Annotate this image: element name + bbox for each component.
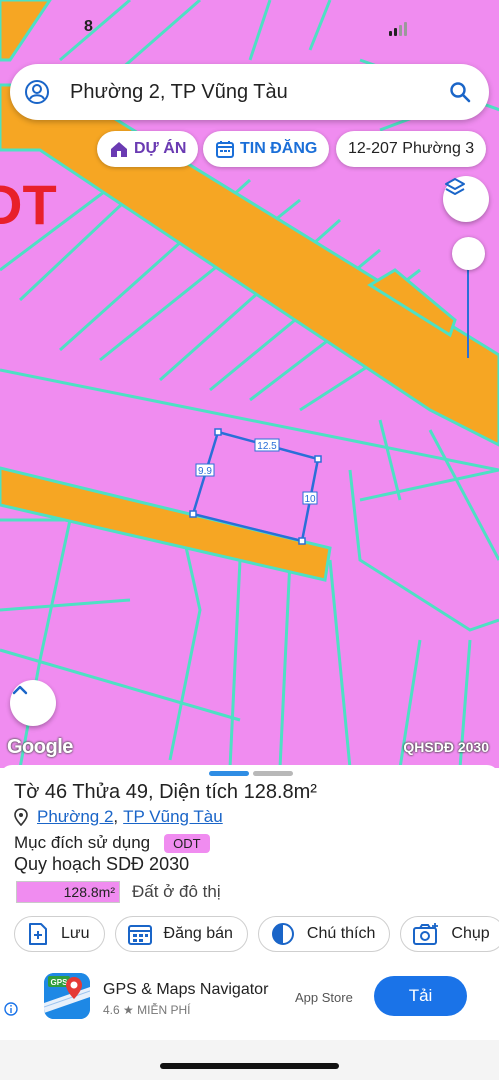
post-sale-button[interactable]: Đăng bán — [114, 916, 248, 952]
address-row: Phường 2 , TP Vũng Tàu — [14, 807, 223, 827]
area-value: 128.8m² — [16, 881, 120, 903]
calendar-icon — [127, 925, 152, 945]
projects-chip[interactable]: DỰ ÁN — [97, 131, 199, 167]
contrast-icon — [271, 923, 294, 945]
location-chip-label: 12-207 Phường 3 — [348, 140, 475, 157]
save-button[interactable]: Lưu — [14, 916, 105, 952]
layer-label: QHSDĐ 2030 — [403, 739, 489, 755]
house-icon — [111, 142, 127, 157]
address-separator: , — [113, 807, 119, 826]
star-icon: ★ — [123, 1003, 134, 1017]
sheet-drag-handle[interactable] — [209, 771, 293, 776]
capture-button-label: Chụp — [451, 925, 490, 942]
layers-icon — [445, 178, 465, 195]
plan-label: Quy hoạch SDĐ 2030 — [14, 854, 190, 874]
ad-banner[interactable]: GPS GPS & Maps Navigator 4.6 ★ MIỄN PHÍ … — [0, 962, 499, 1034]
ad-app-meta: 4.6 ★ MIỄN PHÍ — [103, 1003, 190, 1017]
home-indicator[interactable] — [160, 1063, 339, 1069]
edge-label-right-text: 10 — [304, 494, 316, 505]
location-chip[interactable]: 12-207 Phường 3 — [336, 131, 487, 167]
parcel-info-sheet: Tờ 46 Thửa 49, Diện tích 128.8m² Phường … — [0, 765, 499, 1080]
ad-price: MIỄN PHÍ — [137, 1003, 191, 1017]
edge-label-right: 10 — [302, 491, 318, 505]
opacity-slider-knob[interactable] — [452, 237, 485, 270]
app-icon-text: GPS — [51, 978, 69, 987]
calendar-icon — [216, 141, 234, 158]
zone-label: DT — [0, 173, 57, 236]
app-icon[interactable]: GPS — [44, 973, 90, 1019]
land-use-badge: ODT — [164, 833, 210, 853]
land-use-row: Mục đích sử dụng ODT — [14, 833, 210, 853]
camera-icon — [413, 923, 439, 945]
search-bar[interactable]: Phường 2, TP Vũng Tàu — [10, 64, 489, 120]
status-time: 8 — [84, 18, 93, 35]
chevron-up-icon — [12, 685, 28, 695]
google-attribution: Google — [7, 736, 73, 758]
layers-button[interactable] — [443, 176, 489, 222]
legend-button[interactable]: Chú thích — [257, 916, 391, 952]
action-bar: Lưu Đăng bán Chú thích Chụp — [14, 916, 499, 952]
ad-app-name[interactable]: GPS & Maps Navigator — [103, 981, 268, 999]
add-document-icon — [29, 923, 47, 945]
bottom-safe-area — [0, 1040, 499, 1080]
legend-button-label: Chú thích — [306, 925, 376, 942]
info-icon[interactable] — [4, 1002, 18, 1016]
location-pin-icon — [14, 808, 28, 826]
install-button[interactable]: Tải — [374, 976, 467, 1016]
account-icon[interactable] — [24, 79, 50, 105]
ad-store-label: App Store — [295, 990, 353, 1005]
post-sale-button-label: Đăng bán — [163, 925, 233, 942]
area-land-type: Đất ở đô thị — [132, 882, 221, 901]
capture-button[interactable]: Chụp — [400, 916, 499, 952]
listings-chip-label: TIN ĐĂNG — [240, 140, 318, 157]
city-link[interactable]: TP Vũng Tàu — [123, 807, 223, 827]
search-query[interactable]: Phường 2, TP Vũng Tàu — [70, 81, 449, 104]
ward-link[interactable]: Phường 2 — [37, 807, 113, 827]
edge-label-top-text: 12.5 — [257, 441, 277, 452]
parcel-title: Tờ 46 Thửa 49, Diện tích 128.8m² — [14, 781, 317, 803]
projects-chip-label: DỰ ÁN — [134, 140, 187, 157]
listings-chip[interactable]: TIN ĐĂNG — [203, 131, 330, 167]
ad-rating: 4.6 — [103, 1003, 120, 1017]
status-bar: 8 — [0, 0, 499, 56]
land-use-label: Mục đích sử dụng — [14, 833, 151, 852]
edge-label-top: 12.5 — [254, 438, 280, 452]
area-row: 128.8m² Đất ở đô thị — [16, 881, 221, 903]
expand-up-button[interactable] — [10, 680, 56, 726]
edge-label-left-text: 9.9 — [198, 466, 212, 477]
signal-icon — [389, 22, 407, 36]
save-button-label: Lưu — [61, 925, 90, 942]
search-icon[interactable] — [449, 81, 471, 103]
edge-label-left: 9.9 — [195, 463, 215, 477]
